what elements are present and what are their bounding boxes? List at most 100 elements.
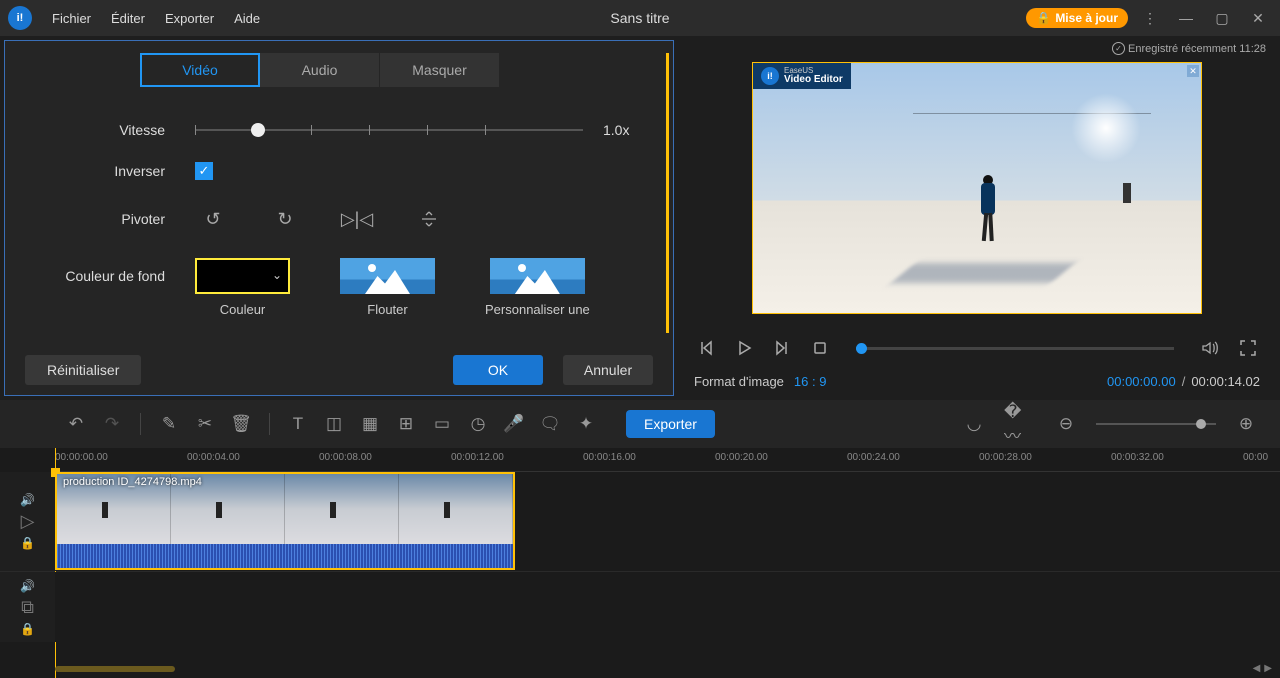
scroll-right-icon[interactable]: ▶ xyxy=(1264,663,1272,674)
menu-export[interactable]: Exporter xyxy=(155,11,224,26)
tab-mask[interactable]: Masquer xyxy=(380,53,500,87)
window-title: Sans titre xyxy=(610,10,669,26)
tab-video[interactable]: Vidéo xyxy=(140,53,260,87)
flip-vertical-icon[interactable] xyxy=(411,204,447,234)
undo-icon[interactable]: ↶ xyxy=(60,408,92,440)
playback-thumb[interactable] xyxy=(856,343,867,354)
stop-button[interactable] xyxy=(808,336,832,360)
marker-icon[interactable]: ◡ xyxy=(958,408,990,440)
duration-icon[interactable]: ◷ xyxy=(462,408,494,440)
watermark-badge: i! EaseUS Video Editor xyxy=(753,63,851,89)
cancel-button[interactable]: Annuler xyxy=(563,355,653,385)
zoom-slider[interactable] xyxy=(1096,423,1216,425)
ruler-mark: 00:00 xyxy=(1243,452,1268,463)
bg-blur-label: Flouter xyxy=(367,302,407,317)
bg-custom-option[interactable] xyxy=(490,258,585,294)
bgcolor-label: Couleur de fond xyxy=(25,258,195,284)
pip-track[interactable] xyxy=(55,572,1280,642)
titlebar: i! Fichier Éditer Exporter Aide Sans tit… xyxy=(0,0,1280,36)
bg-color-label: Couleur xyxy=(220,302,266,317)
zoom-in-icon[interactable]: ⊕ xyxy=(1230,408,1262,440)
time-separator: / xyxy=(1182,374,1186,389)
scroll-left-icon[interactable]: ◀ xyxy=(1253,663,1261,674)
ok-button[interactable]: OK xyxy=(453,355,543,385)
frame-icon[interactable]: ▭ xyxy=(426,408,458,440)
watermark-close-icon[interactable]: ✕ xyxy=(1187,65,1199,77)
speech-icon[interactable]: 🗨 xyxy=(534,408,566,440)
playback-slider[interactable] xyxy=(856,347,1174,350)
export-button[interactable]: Exporter xyxy=(626,410,715,438)
reverse-checkbox[interactable]: ✓ xyxy=(195,162,213,180)
ruler-mark: 00:00:28.00 xyxy=(979,452,1032,463)
maximize-button[interactable]: ▢ xyxy=(1208,4,1236,32)
ruler-mark: 00:00:08.00 xyxy=(319,452,372,463)
volume-mini-icon[interactable]: 🔊 xyxy=(20,579,35,593)
cut-icon[interactable]: ✂ xyxy=(189,408,221,440)
preview-panel: Enregistré récemment 11:28 i! EaseUS Vid… xyxy=(674,36,1280,396)
ruler-mark: 00:00:16.00 xyxy=(583,452,636,463)
bg-blur-option[interactable] xyxy=(340,258,435,294)
voiceover-icon[interactable]: 🎤 xyxy=(498,408,530,440)
time-total: 00:00:14.02 xyxy=(1191,374,1260,389)
video-track-icon: ▷ xyxy=(21,511,35,532)
clip-filename: production ID_4274798.mp4 xyxy=(63,476,202,488)
text-icon[interactable]: T xyxy=(282,408,314,440)
volume-icon[interactable] xyxy=(1198,336,1222,360)
magic-icon[interactable]: ✦ xyxy=(570,408,602,440)
speed-value: 1.0x xyxy=(603,122,653,138)
next-frame-button[interactable] xyxy=(770,336,794,360)
fullscreen-icon[interactable] xyxy=(1236,336,1260,360)
update-button[interactable]: 🔒 Mise à jour xyxy=(1026,8,1128,28)
mosaic-icon[interactable]: ▦ xyxy=(354,408,386,440)
delete-icon[interactable]: 🗑 xyxy=(225,408,257,440)
reverse-label: Inverser xyxy=(25,163,195,179)
volume-mini-icon[interactable]: 🔊 xyxy=(20,493,35,507)
horizontal-scrollbar[interactable] xyxy=(55,666,175,672)
lock-mini-icon[interactable]: 🔒 xyxy=(20,536,35,550)
close-button[interactable]: ✕ xyxy=(1244,4,1272,32)
menu-edit[interactable]: Éditer xyxy=(101,11,155,26)
ruler-mark: 00:00:32.00 xyxy=(1111,452,1164,463)
time-current: 00:00:00.00 xyxy=(1107,374,1176,389)
ruler-mark: 00:00:12.00 xyxy=(451,452,504,463)
tab-audio[interactable]: Audio xyxy=(260,53,380,87)
grid-icon[interactable]: ⊞ xyxy=(390,408,422,440)
video-preview: i! EaseUS Video Editor ✕ xyxy=(752,62,1202,314)
fit-icon[interactable]: �〰 xyxy=(1004,408,1036,440)
rotate-cw-icon[interactable]: ↻ xyxy=(267,204,303,234)
timeline-toolbar: ↶ ↷ ✎ ✂ 🗑 T ◫ ▦ ⊞ ▭ ◷ 🎤 🗨 ✦ Exporter ◡ �… xyxy=(0,400,1280,448)
redo-icon[interactable]: ↷ xyxy=(96,408,128,440)
more-icon[interactable]: ⋮ xyxy=(1136,4,1164,32)
app-logo: i! xyxy=(8,6,32,30)
video-track[interactable]: production ID_4274798.mp4 xyxy=(55,472,1280,571)
speed-slider[interactable] xyxy=(195,129,583,131)
bg-color-select[interactable]: ⌄ xyxy=(195,258,290,294)
menu-file[interactable]: Fichier xyxy=(42,11,101,26)
reset-button[interactable]: Réinitialiser xyxy=(25,355,141,385)
zoom-out-icon[interactable]: ⊖ xyxy=(1050,408,1082,440)
rotate-label: Pivoter xyxy=(25,211,195,227)
chevron-down-icon: ⌄ xyxy=(272,268,282,282)
saved-status: Enregistré récemment 11:28 xyxy=(1112,42,1266,55)
video-clip[interactable]: production ID_4274798.mp4 xyxy=(55,472,515,570)
flip-horizontal-icon[interactable]: ▷|◁ xyxy=(339,204,375,234)
play-button[interactable] xyxy=(732,336,756,360)
menu-help[interactable]: Aide xyxy=(224,11,270,26)
prev-frame-button[interactable] xyxy=(694,336,718,360)
aspect-ratio[interactable]: 16 : 9 xyxy=(794,374,827,389)
minimize-button[interactable]: — xyxy=(1172,4,1200,32)
lock-mini-icon[interactable]: 🔒 xyxy=(20,622,35,636)
watermark-product: Video Editor xyxy=(784,75,843,85)
timeline: 00:00:00.00 00:00:04.00 00:00:08.00 00:0… xyxy=(0,448,1280,678)
edit-icon[interactable]: ✎ xyxy=(153,408,185,440)
crop-icon[interactable]: ◫ xyxy=(318,408,350,440)
pip-track-icon: ⧉ xyxy=(21,597,34,618)
timeline-ruler[interactable]: 00:00:00.00 00:00:04.00 00:00:08.00 00:0… xyxy=(55,448,1280,472)
zoom-thumb[interactable] xyxy=(1196,419,1206,429)
lock-icon: 🔒 xyxy=(1036,11,1051,25)
ruler-mark: 00:00:24.00 xyxy=(847,452,900,463)
rotate-ccw-icon[interactable]: ↺ xyxy=(195,204,231,234)
speed-slider-thumb[interactable] xyxy=(251,123,265,137)
speed-label: Vitesse xyxy=(25,122,195,138)
scrollbar[interactable] xyxy=(666,53,669,333)
